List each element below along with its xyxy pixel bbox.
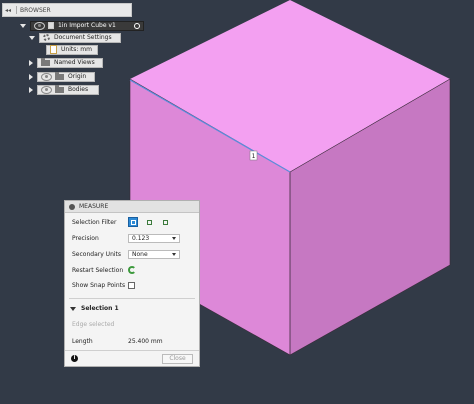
expand-right-icon[interactable] (29, 59, 33, 66)
expand-down-icon[interactable] (29, 35, 35, 40)
folder-icon (55, 84, 64, 93)
measure-footer: i Close (65, 350, 199, 366)
component-icon (48, 22, 54, 29)
precision-select[interactable]: 0.123 (128, 234, 180, 243)
visibility-icon[interactable] (34, 21, 45, 30)
close-button[interactable]: Close (162, 353, 193, 364)
length-value: 25.400 mm (128, 338, 163, 345)
collapse-down-icon[interactable] (70, 306, 76, 311)
browser-panel: ◂◂ BROWSER 1in Import Cube v1 Document S… (0, 0, 158, 100)
info-icon[interactable]: i (71, 355, 78, 362)
units-node[interactable]: Units: mm (46, 44, 98, 55)
measure-title: MEASURE (79, 203, 109, 210)
measure-dialog: MEASURE Selection Filter Precision 0.123… (64, 200, 200, 367)
edge-label-text: 1 (252, 153, 256, 160)
expand-down-icon[interactable] (20, 23, 26, 28)
precision-row: Precision 0.123 (72, 234, 180, 243)
bodies-node[interactable]: Bodies (37, 84, 99, 95)
expand-right-icon[interactable] (29, 73, 33, 80)
selection-status-row: Edge selected (72, 321, 114, 328)
restart-selection-row: Restart Selection (72, 266, 136, 274)
browser-title: BROWSER (20, 6, 51, 14)
selection-filter-row: Selection Filter (72, 217, 176, 227)
restart-selection-icon[interactable] (128, 266, 136, 274)
selection-1-label: Selection 1 (81, 305, 119, 312)
document-settings-label: Document Settings (54, 34, 112, 41)
root-node[interactable]: 1in Import Cube v1 (30, 20, 144, 31)
units-label: Units: mm (61, 46, 92, 53)
header-separator (16, 6, 17, 14)
root-node-label: 1in Import Cube v1 (58, 22, 116, 29)
folder-icon (55, 71, 64, 80)
show-snap-points-label: Show Snap Points (72, 282, 126, 289)
visibility-icon[interactable] (41, 85, 52, 94)
tree-item-document-settings[interactable]: Document Settings (29, 32, 121, 43)
secondary-units-select[interactable]: None (128, 250, 180, 259)
folder-icon (41, 57, 50, 66)
named-views-node[interactable]: Named Views (37, 57, 103, 68)
select-faces-edges-icon[interactable] (128, 217, 138, 227)
secondary-units-label: Secondary Units (72, 251, 122, 258)
collapse-browser-icon[interactable]: ◂◂ (3, 7, 13, 14)
precision-value: 0.123 (132, 235, 150, 242)
select-bodies-icon[interactable] (144, 217, 154, 227)
activate-radio-icon[interactable] (134, 22, 140, 29)
gear-icon (43, 34, 50, 41)
select-components-icon[interactable] (160, 217, 170, 227)
show-snap-points-row: Show Snap Points (72, 282, 135, 289)
chevron-down-icon (172, 253, 176, 256)
measure-header[interactable]: MEASURE (65, 201, 199, 213)
selection-filter-label: Selection Filter (72, 218, 117, 226)
tree-item-bodies[interactable]: Bodies (29, 84, 99, 95)
show-snap-points-checkbox[interactable] (128, 282, 135, 289)
bodies-label: Bodies (68, 86, 89, 93)
document-icon (50, 45, 57, 54)
length-label: Length (72, 338, 93, 345)
named-views-label: Named Views (54, 59, 95, 66)
tree-item-root[interactable]: 1in Import Cube v1 (20, 20, 144, 31)
secondary-units-row: Secondary Units None (72, 250, 180, 259)
measure-tool-icon (69, 203, 75, 210)
selection-status-text: Edge selected (72, 321, 115, 328)
tree-item-units[interactable]: Units: mm (46, 44, 98, 55)
expand-right-icon[interactable] (29, 86, 33, 93)
precision-label: Precision (72, 235, 99, 242)
browser-header: ◂◂ BROWSER (2, 3, 132, 17)
restart-selection-label: Restart Selection (72, 266, 124, 274)
document-settings-node[interactable]: Document Settings (39, 32, 121, 43)
section-divider (69, 298, 195, 299)
tree-item-named-views[interactable]: Named Views (29, 57, 103, 68)
visibility-icon[interactable] (41, 72, 52, 81)
selection-1-header[interactable]: Selection 1 (70, 305, 119, 312)
origin-node[interactable]: Origin (37, 71, 95, 82)
origin-label: Origin (68, 73, 87, 80)
length-row: Length 25.400 mm (72, 338, 163, 345)
chevron-down-icon (172, 237, 176, 240)
secondary-units-value: None (132, 251, 148, 258)
tree-item-origin[interactable]: Origin (29, 71, 95, 82)
